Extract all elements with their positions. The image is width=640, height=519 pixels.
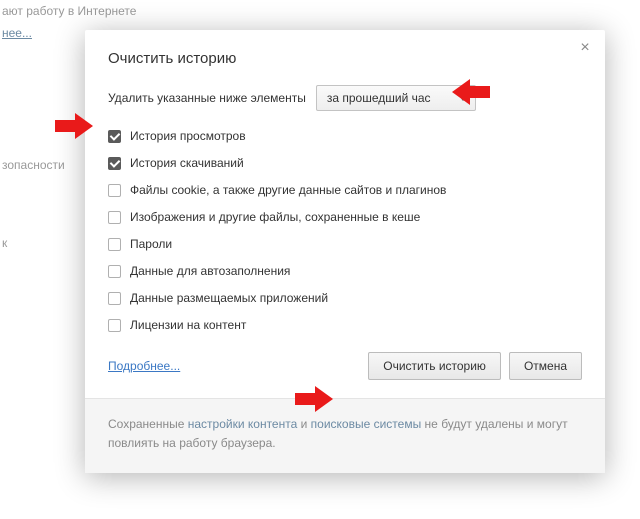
period-label: Удалить указанные ниже элементы — [108, 91, 306, 105]
checkbox-download-history[interactable] — [108, 157, 121, 170]
period-select-value: за прошедший час — [327, 91, 431, 105]
period-row: Удалить указанные ниже элементы за проше… — [108, 85, 582, 111]
checkbox-cookies[interactable] — [108, 184, 121, 197]
list-item: Данные для автозаполнения — [108, 264, 582, 278]
checkbox-passwords[interactable] — [108, 238, 121, 251]
checkbox-label: Лицензии на контент — [130, 318, 246, 332]
bg-text-security: зопасности — [2, 158, 65, 172]
checkbox-label: Изображения и другие файлы, сохраненные … — [130, 210, 420, 224]
close-icon[interactable]: × — [577, 40, 593, 56]
content-settings-link[interactable]: настройки контента — [188, 417, 298, 431]
checkbox-label: История скачиваний — [130, 156, 244, 170]
bg-text: ают работу в Интернете — [2, 4, 136, 18]
bg-more-link[interactable]: нее... — [2, 26, 32, 40]
checkbox-browsing-history[interactable] — [108, 130, 121, 143]
list-item: История скачиваний — [108, 156, 582, 170]
checkbox-autofill[interactable] — [108, 265, 121, 278]
search-engines-link[interactable]: поисковые системы — [311, 417, 422, 431]
list-item: Данные размещаемых приложений — [108, 291, 582, 305]
checkbox-label: История просмотров — [130, 129, 246, 143]
period-select[interactable]: за прошедший час — [316, 85, 476, 111]
checkbox-label: Данные размещаемых приложений — [130, 291, 328, 305]
footer-text: Сохраненные — [108, 417, 188, 431]
dialog-title: Очистить историю — [108, 50, 582, 67]
list-item: Лицензии на контент — [108, 318, 582, 332]
cancel-button[interactable]: Отмена — [509, 352, 582, 380]
checkbox-label: Пароли — [130, 237, 172, 251]
footer-text: и — [297, 417, 310, 431]
list-item: Пароли — [108, 237, 582, 251]
checkbox-label: Файлы cookie, а также другие данные сайт… — [130, 183, 446, 197]
button-row: Очистить историю Отмена — [368, 352, 582, 380]
checkbox-hosted-apps[interactable] — [108, 292, 121, 305]
list-item: Изображения и другие файлы, сохраненные … — [108, 210, 582, 224]
learn-more-link[interactable]: Подробнее... — [108, 359, 180, 373]
checkbox-cache[interactable] — [108, 211, 121, 224]
clear-history-dialog: × Очистить историю Удалить указанные ниж… — [85, 30, 605, 473]
bg-text-k: к — [2, 236, 7, 250]
actions-row: Подробнее... Очистить историю Отмена — [108, 348, 582, 380]
list-item: Файлы cookie, а также другие данные сайт… — [108, 183, 582, 197]
dialog-body: Очистить историю Удалить указанные ниже … — [85, 30, 605, 398]
checkbox-list: История просмотров История скачиваний Фа… — [108, 129, 582, 332]
dialog-footer: Сохраненные настройки контента и поисков… — [85, 398, 605, 473]
checkbox-label: Данные для автозаполнения — [130, 264, 290, 278]
clear-button[interactable]: Очистить историю — [368, 352, 501, 380]
list-item: История просмотров — [108, 129, 582, 143]
chevron-down-icon — [459, 96, 467, 101]
checkbox-content-licenses[interactable] — [108, 319, 121, 332]
